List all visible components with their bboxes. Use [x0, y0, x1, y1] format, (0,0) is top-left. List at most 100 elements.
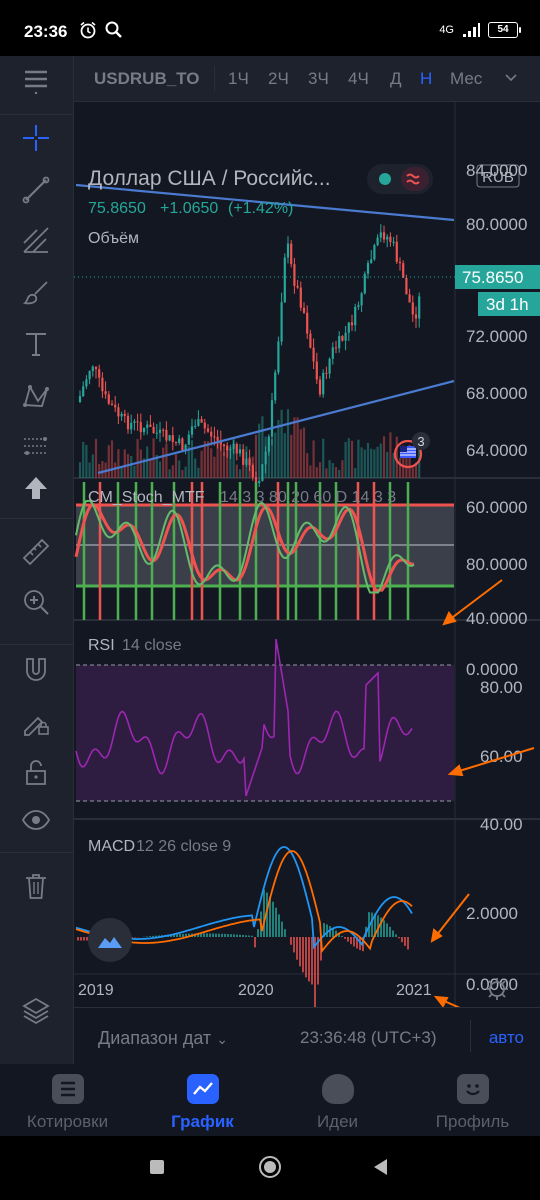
- macd-histogram-bar: [302, 937, 304, 973]
- zoom-in-icon[interactable]: [14, 580, 58, 624]
- rsi-axis-label: 80.00: [480, 678, 523, 697]
- candle-body: [370, 259, 373, 263]
- volume-legend[interactable]: Объём: [88, 230, 139, 247]
- timeframe-2h[interactable]: 2Ч: [268, 69, 289, 89]
- nav-chart[interactable]: График: [135, 1064, 270, 1136]
- status-bar: 23:36 4G 54: [0, 0, 540, 56]
- timeframe-month[interactable]: Мес: [450, 69, 482, 89]
- eye-icon[interactable]: [14, 798, 58, 842]
- timeframe-1h[interactable]: 1Ч: [228, 69, 249, 89]
- macd-title[interactable]: MACD: [88, 838, 135, 855]
- trendline-icon[interactable]: [14, 168, 58, 212]
- volume-bar: [386, 451, 389, 478]
- candle-body: [117, 407, 120, 417]
- symbol-search-button[interactable]: USDRUB_TO: [94, 69, 202, 89]
- rsi-title[interactable]: RSI: [88, 637, 115, 654]
- volume-bar: [344, 442, 347, 478]
- macd-histogram-bar: [284, 929, 286, 937]
- pattern-icon[interactable]: [14, 374, 58, 418]
- candle-body: [338, 336, 341, 349]
- macd-histogram-bar: [371, 912, 373, 937]
- symbol-title[interactable]: Доллар США / Российс...: [88, 167, 331, 190]
- candle-body: [149, 424, 152, 427]
- volume-bar: [318, 462, 322, 478]
- auto-scale-button[interactable]: авто: [489, 1028, 524, 1048]
- macd-histogram-bar: [290, 937, 292, 945]
- candle-body: [350, 322, 354, 326]
- candle-body: [302, 307, 306, 313]
- macd-params: 12 26 close 9: [136, 838, 231, 855]
- battery-indicator: 54: [488, 22, 521, 38]
- layers-icon[interactable]: [14, 988, 58, 1032]
- date-range-button[interactable]: Диапазон дат ⌄: [98, 1028, 228, 1049]
- timeframe-3h[interactable]: 3Ч: [308, 69, 329, 89]
- stoch-title[interactable]: CM_Stoch_MTF: [88, 489, 205, 506]
- candle-body: [187, 434, 190, 445]
- candle-body: [94, 366, 98, 370]
- candle-body: [309, 333, 312, 348]
- rsi-params: 14 close: [122, 637, 182, 654]
- candle-body: [363, 273, 366, 294]
- magnet-icon[interactable]: [14, 648, 58, 692]
- volume-bar: [379, 443, 382, 478]
- volume-bar: [181, 469, 184, 478]
- recents-button[interactable]: [150, 1160, 164, 1174]
- timeframe-4h[interactable]: 4Ч: [348, 69, 369, 89]
- candle-body: [267, 436, 270, 452]
- volume-bar: [210, 448, 213, 478]
- chart-canvas[interactable]: Доллар США / Российс... 75.8650 +1.0650 …: [74, 102, 540, 1007]
- home-button[interactable]: [259, 1156, 281, 1178]
- volume-bar: [398, 457, 402, 478]
- nav-profile[interactable]: Профиль: [405, 1064, 540, 1136]
- chart-area[interactable]: Доллар США / Российс... 75.8650 +1.0650 …: [74, 102, 540, 1007]
- price-axis-label: 84.0000: [466, 161, 527, 180]
- search-icon: [105, 21, 122, 38]
- candle-body: [200, 419, 203, 423]
- brush-icon[interactable]: [14, 270, 58, 314]
- measure-icon[interactable]: [14, 424, 58, 468]
- candle-body: [226, 446, 229, 451]
- unlock-icon[interactable]: [14, 750, 58, 794]
- candle-body: [360, 293, 363, 306]
- macd-histogram-bar: [293, 937, 295, 953]
- timeframe-week[interactable]: Н: [420, 69, 432, 89]
- candle-body: [194, 425, 197, 427]
- price-axis-label: 60.0000: [466, 498, 527, 517]
- lock-drawing-icon[interactable]: [14, 700, 58, 744]
- volume-bar: [88, 462, 91, 478]
- macd-histogram-bar: [392, 930, 394, 937]
- arrow-up-icon[interactable]: [14, 466, 58, 510]
- nav-ideas[interactable]: Идеи: [270, 1064, 405, 1136]
- trash-icon[interactable]: [14, 864, 58, 908]
- pitchfork-icon[interactable]: [14, 218, 58, 262]
- ruler-icon[interactable]: [14, 530, 58, 574]
- crosshair-icon[interactable]: [14, 116, 58, 160]
- chevron-down-icon[interactable]: [504, 73, 518, 83]
- market-open-icon: [379, 173, 391, 185]
- candle-body: [101, 377, 104, 392]
- candle-body: [155, 432, 158, 434]
- candle-body: [366, 262, 370, 274]
- timeframe-day[interactable]: Д: [390, 69, 402, 89]
- tradingview-logo[interactable]: [88, 918, 132, 962]
- volume-bar: [120, 467, 123, 478]
- candle-body: [299, 287, 302, 308]
- macd-histogram-bar: [251, 935, 253, 937]
- clock-timezone-button[interactable]: 23:36:48 (UTC+3): [300, 1028, 437, 1048]
- volume-bar: [162, 447, 165, 478]
- macd-histogram-bar: [347, 937, 349, 942]
- macd-histogram-bar: [305, 937, 307, 978]
- chart-icon: [186, 1074, 219, 1104]
- candle-body: [146, 424, 149, 428]
- candle-body: [389, 236, 392, 243]
- nav-quotes[interactable]: Котировки: [0, 1064, 135, 1136]
- volume-bar: [370, 448, 373, 478]
- back-button[interactable]: [372, 1158, 388, 1176]
- svg-text:3d 1h: 3d 1h: [486, 295, 529, 314]
- volume-bar: [82, 441, 85, 478]
- text-icon[interactable]: [14, 322, 58, 366]
- candle-body: [232, 443, 235, 450]
- menu-icon[interactable]: [14, 58, 58, 102]
- volume-bar: [363, 449, 366, 478]
- macd-histogram-bar: [206, 933, 208, 937]
